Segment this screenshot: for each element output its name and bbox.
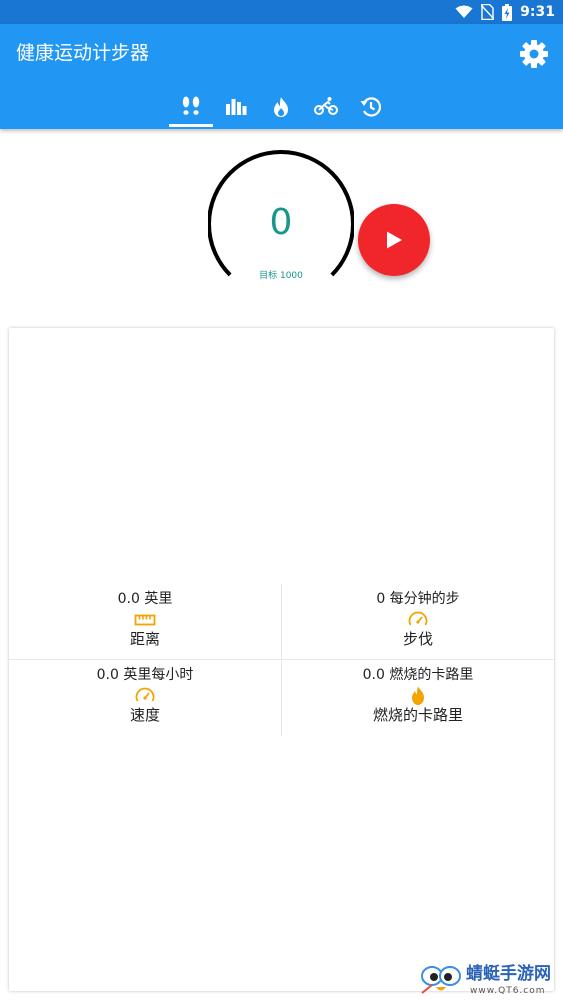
tab-steps[interactable] bbox=[169, 92, 213, 129]
flame-icon bbox=[274, 97, 288, 117]
footsteps-icon bbox=[182, 96, 200, 115]
calories-stat: 0.0 燃烧的卡路里 燃烧的卡路里 bbox=[282, 660, 554, 736]
ruler-icon bbox=[134, 614, 156, 626]
app-bar: 健康运动计步器 bbox=[0, 24, 563, 129]
history-icon bbox=[360, 97, 382, 117]
bar-chart-icon bbox=[226, 99, 247, 115]
cycling-icon bbox=[314, 97, 338, 115]
wifi-icon bbox=[455, 5, 473, 18]
status-bar: 9:31 bbox=[0, 0, 563, 24]
watermark-brand: 蜻蜓手游网 bbox=[466, 964, 551, 984]
speedometer-icon bbox=[135, 687, 155, 702]
stats-divider-vertical bbox=[281, 584, 282, 736]
tab-bar bbox=[0, 92, 563, 129]
distance-stat: 0.0 英里 距离 bbox=[9, 584, 281, 660]
speed-value: 0.0 英里每小时 bbox=[96, 667, 194, 683]
gear-icon[interactable] bbox=[519, 39, 549, 69]
start-button[interactable] bbox=[358, 204, 430, 276]
dragonfly-logo-icon bbox=[421, 966, 461, 994]
tab-history[interactable] bbox=[349, 92, 393, 129]
speedometer-icon bbox=[408, 611, 428, 626]
distance-label: 距离 bbox=[129, 630, 160, 648]
watermark-url: www.QT6.com bbox=[470, 986, 546, 996]
flame-icon bbox=[412, 686, 424, 705]
stats-divider-horizontal bbox=[9, 659, 554, 660]
status-icons: 9:31 bbox=[455, 3, 555, 21]
step-count: 0 bbox=[269, 202, 293, 243]
tab-cycling[interactable] bbox=[304, 92, 348, 129]
pace-stat: 0 每分钟的步 步伐 bbox=[282, 584, 554, 660]
calories-label: 燃烧的卡路里 bbox=[372, 706, 463, 724]
goal-label: 目标 1000 bbox=[259, 271, 303, 281]
no-sim-icon bbox=[481, 4, 495, 20]
tab-calories[interactable] bbox=[259, 92, 303, 129]
distance-value: 0.0 英里 bbox=[117, 591, 173, 607]
calories-value: 0.0 燃烧的卡路里 bbox=[362, 667, 474, 683]
app-title: 健康运动计步器 bbox=[16, 42, 150, 64]
pace-label: 步伐 bbox=[402, 630, 433, 648]
tab-statistics[interactable] bbox=[214, 92, 258, 129]
status-time: 9:31 bbox=[520, 4, 555, 20]
speed-label: 速度 bbox=[129, 706, 160, 724]
battery-charging-icon bbox=[502, 3, 513, 21]
stats-card: 0.0 英里 距离 0 每分钟的步 步伐 0.0 英里每小时 速度 0.0 燃烧… bbox=[9, 328, 554, 991]
play-icon bbox=[387, 231, 402, 249]
speed-stat: 0.0 英里每小时 速度 bbox=[9, 660, 281, 736]
step-gauge: 0 目标 1000 bbox=[207, 149, 355, 296]
pace-value: 0 每分钟的步 bbox=[376, 591, 460, 607]
watermark: 蜻蜓手游网 www.QT6.com bbox=[420, 963, 560, 997]
